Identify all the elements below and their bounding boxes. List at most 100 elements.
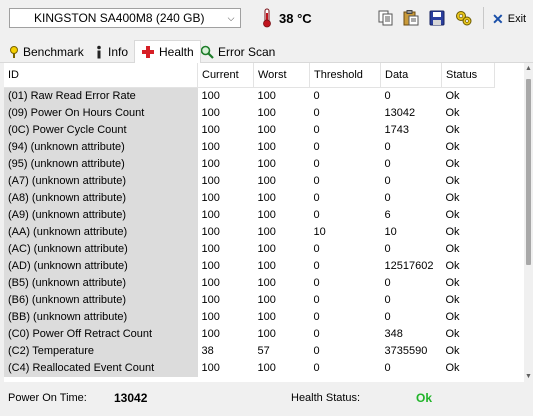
health-status-value: Ok (416, 391, 433, 405)
smart-attributes-panel: ID Current Worst Threshold Data Status (… (4, 63, 533, 382)
cell-current: 100 (201, 209, 220, 221)
cell-status: Ok (445, 294, 460, 306)
table-row[interactable]: (0C) Power Cycle Count 100 100 0 1743 Ok (4, 122, 495, 139)
paste-button[interactable] (401, 8, 421, 28)
options-icon (456, 11, 472, 26)
table-row[interactable]: (C4) Reallocated Event Count 100 100 0 0 Ok (4, 360, 495, 377)
scroll-up-arrow-icon[interactable]: ▲ (525, 65, 532, 72)
vertical-scrollbar[interactable]: ▲ ▼ (524, 63, 533, 382)
table-row[interactable]: (01) Raw Read Error Rate 100 100 0 0 Ok (4, 87, 495, 105)
cell-worst: 100 (257, 362, 276, 374)
exit-icon: ✕ (492, 11, 504, 27)
cell-id: (B6) (unknown attribute) (4, 292, 198, 309)
table-row[interactable]: (95) (unknown attribute) 100 100 0 0 Ok (4, 156, 495, 173)
cell-id: (C0) Power Off Retract Count (4, 326, 198, 343)
table-row[interactable]: (C2) Temperature 38 57 0 3735590 Ok (4, 343, 495, 360)
table-row[interactable]: (09) Power On Hours Count 100 100 0 13042 Ok (4, 105, 495, 122)
table-row[interactable]: (B5) (unknown attribute) 100 100 0 0 Ok (4, 275, 495, 292)
tab-benchmark-label: Benchmark (23, 45, 84, 59)
cell-data: 0 (384, 277, 391, 289)
cell-id: (AA) (unknown attribute) (4, 224, 198, 241)
column-header-threshold[interactable]: Threshold (309, 63, 381, 88)
toolbar: KINGSTON SA400M8 (240 GB) ⌵ 38 °C ✕ Exit (0, 0, 533, 38)
table-row[interactable]: (BB) (unknown attribute) 100 100 0 0 Ok (4, 309, 495, 326)
column-header-data[interactable]: Data (380, 63, 442, 88)
cell-worst: 57 (257, 345, 270, 357)
cell-data: 12517602 (384, 260, 434, 272)
cell-worst: 100 (257, 192, 276, 204)
cell-threshold: 10 (313, 226, 326, 238)
table-row[interactable]: (AD) (unknown attribute) 100 100 0 12517602 O… (4, 258, 495, 275)
cell-data: 10 (384, 226, 397, 238)
cell-current: 100 (201, 328, 220, 340)
cell-worst: 100 (257, 294, 276, 306)
cell-threshold: 0 (313, 192, 320, 204)
cell-status: Ok (445, 158, 460, 170)
table-row[interactable]: (94) (unknown attribute) 100 100 0 0 Ok (4, 139, 495, 156)
table-row[interactable]: (A9) (unknown attribute) 100 100 0 6 Ok (4, 207, 495, 224)
cell-status: Ok (445, 107, 460, 119)
column-header-id[interactable]: ID (4, 63, 198, 88)
cell-status: Ok (445, 243, 460, 255)
tab-error-scan[interactable]: Error Scan (194, 42, 281, 62)
cell-worst: 100 (257, 328, 276, 340)
table-row[interactable]: (A8) (unknown attribute) 100 100 0 0 Ok (4, 190, 495, 207)
cell-id: (A9) (unknown attribute) (4, 207, 198, 224)
cell-current: 100 (201, 362, 220, 374)
drive-select[interactable]: KINGSTON SA400M8 (240 GB) ⌵ (9, 8, 241, 28)
thermometer-icon (263, 8, 271, 28)
cell-worst: 100 (257, 209, 276, 221)
status-footer: Power On Time: 13042 Health Status: Ok (0, 384, 533, 416)
cell-id: (0C) Power Cycle Count (4, 122, 198, 139)
chevron-down-icon[interactable]: ⌵ (222, 13, 240, 24)
cell-id: (95) (unknown attribute) (4, 156, 198, 173)
table-row[interactable]: (AA) (unknown attribute) 100 100 10 10 Ok (4, 224, 495, 241)
tab-info[interactable]: Info (88, 42, 134, 62)
tab-health-label: Health (159, 45, 194, 59)
table-row[interactable]: (B6) (unknown attribute) 100 100 0 0 Ok (4, 292, 495, 309)
cell-threshold: 0 (313, 107, 320, 119)
cell-data: 0 (384, 141, 391, 153)
cell-id: (B5) (unknown attribute) (4, 275, 198, 292)
cell-status: Ok (445, 209, 460, 221)
cell-status: Ok (445, 192, 460, 204)
cell-threshold: 0 (313, 362, 320, 374)
cell-current: 100 (201, 311, 220, 323)
cell-status: Ok (445, 226, 460, 238)
cell-current: 100 (201, 141, 220, 153)
options-button[interactable] (454, 8, 474, 28)
save-button[interactable] (427, 8, 447, 28)
cell-data: 0 (384, 243, 391, 255)
cell-worst: 100 (257, 277, 276, 289)
table-row[interactable]: (A7) (unknown attribute) 100 100 0 0 Ok (4, 173, 495, 190)
column-header-current[interactable]: Current (197, 63, 254, 88)
cell-id: (09) Power On Hours Count (4, 105, 198, 122)
cell-worst: 100 (257, 158, 276, 170)
tab-benchmark[interactable]: Benchmark (3, 42, 90, 62)
cell-threshold: 0 (313, 328, 320, 340)
column-header-status[interactable]: Status (441, 63, 495, 88)
cell-id: (C2) Temperature (4, 343, 198, 360)
cell-id: (01) Raw Read Error Rate (4, 87, 198, 105)
copy-button[interactable] (376, 8, 396, 28)
table-row[interactable]: (C0) Power Off Retract Count 100 100 0 348 Ok (4, 326, 495, 343)
exit-button[interactable]: ✕ Exit (492, 9, 526, 29)
cell-id: (AD) (unknown attribute) (4, 258, 198, 275)
save-icon (429, 10, 445, 26)
table-row[interactable]: (AC) (unknown attribute) 100 100 0 0 Ok (4, 241, 495, 258)
cell-status: Ok (445, 90, 460, 102)
column-header-worst[interactable]: Worst (253, 63, 310, 88)
tab-health[interactable]: Health (134, 40, 201, 63)
cell-current: 100 (201, 243, 220, 255)
cell-threshold: 0 (313, 90, 320, 102)
cell-current: 100 (201, 158, 220, 170)
cell-data: 0 (384, 192, 391, 204)
scrollbar-thumb[interactable] (526, 79, 531, 265)
tab-error-scan-label: Error Scan (218, 45, 276, 59)
cell-threshold: 0 (313, 141, 320, 153)
benchmark-icon (10, 46, 18, 58)
scroll-down-arrow-icon[interactable]: ▼ (525, 373, 532, 380)
cell-threshold: 0 (313, 175, 320, 187)
cell-worst: 100 (257, 124, 276, 136)
cell-threshold: 0 (313, 209, 320, 221)
